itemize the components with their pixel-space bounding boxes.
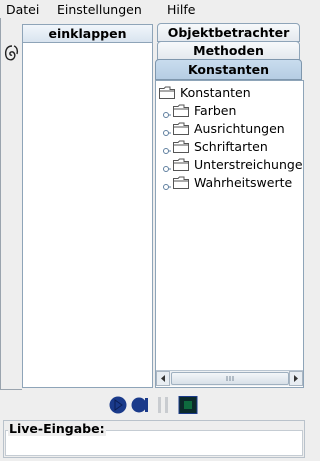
tree-item-label: Unterstreichungen: [194, 157, 304, 172]
tab-objektbetrachter[interactable]: Objektbetrachter: [157, 23, 300, 42]
collapse-button[interactable]: einklappen: [22, 24, 153, 43]
tree-root-label: Konstanten: [180, 85, 251, 100]
tab-konstanten[interactable]: Konstanten: [155, 59, 302, 80]
expand-icon[interactable]: [163, 179, 171, 190]
folder-icon: [173, 140, 189, 153]
menu-datei[interactable]: Datei: [6, 2, 39, 17]
left-panel: [22, 43, 153, 388]
tab-methoden[interactable]: Methoden: [157, 41, 300, 60]
menu-einstellungen[interactable]: Einstellungen: [57, 2, 142, 17]
folder-open-icon: [159, 86, 175, 99]
folder-icon: [173, 104, 189, 117]
expand-icon[interactable]: [163, 143, 171, 154]
horizontal-scrollbar[interactable]: [156, 370, 303, 386]
tree-item-label: Farben: [194, 103, 237, 118]
constants-tree: Konstanten Farben Ausrichtungen Schrifta…: [155, 80, 304, 388]
left-gutter: [0, 18, 22, 390]
menubar: Datei Einstellungen Hilfe: [0, 0, 308, 18]
app-logo-icon: [2, 42, 22, 64]
menu-hilfe[interactable]: Hilfe: [167, 2, 195, 17]
tree-item-label: Schriftarten: [194, 139, 268, 154]
expand-icon[interactable]: [163, 107, 171, 118]
folder-icon: [173, 122, 189, 135]
tree-item-label: Ausrichtungen: [194, 121, 285, 136]
pause-icon[interactable]: [155, 396, 173, 417]
folder-icon: [173, 158, 189, 171]
scrollbar-thumb[interactable]: [171, 372, 289, 385]
scroll-right-button[interactable]: [289, 371, 303, 386]
live-input-label: Live-Eingabe:: [8, 421, 106, 436]
stop-icon[interactable]: [178, 396, 198, 417]
scroll-left-button[interactable]: [156, 371, 170, 386]
play-icon[interactable]: [109, 396, 127, 417]
folder-icon: [173, 176, 189, 189]
expand-icon[interactable]: [163, 161, 171, 172]
expand-icon[interactable]: [163, 125, 171, 136]
tree-item-label: Wahrheitswerte: [194, 175, 293, 190]
step-icon[interactable]: [131, 396, 149, 417]
